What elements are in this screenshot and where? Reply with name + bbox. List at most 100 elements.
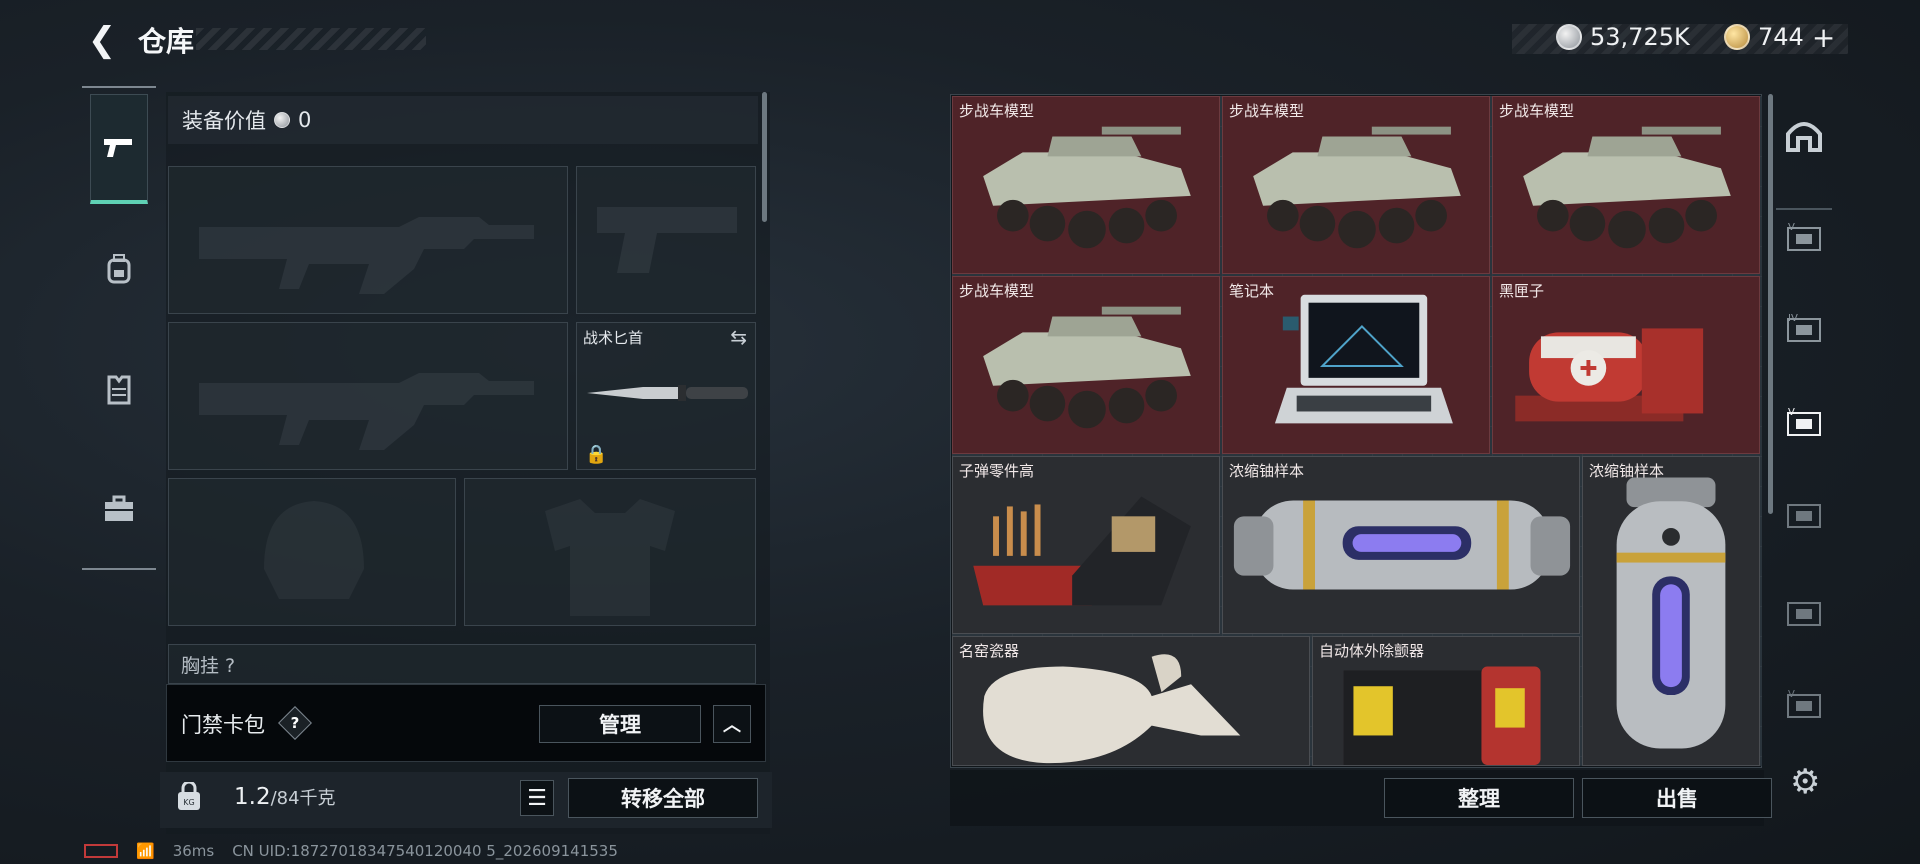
lock-icon: 🔒 — [585, 444, 608, 465]
uid-text: CN UID:18727018347540120040 5_2026091415… — [232, 842, 618, 860]
black-box-icon — [1515, 328, 1704, 422]
stash-page-icon: V — [1787, 689, 1821, 718]
ifv-model-icon — [983, 126, 1191, 249]
help-icon: ? — [290, 714, 300, 732]
stash-page-4-tab[interactable] — [1776, 486, 1832, 542]
item-label: 名窑瓷器 — [959, 642, 1020, 660]
item-label: 黑匣子 — [1499, 282, 1545, 300]
briefcase-icon — [105, 495, 133, 521]
stash-item[interactable]: 步战车模型 — [952, 276, 1220, 454]
stash-item[interactable]: 名窑瓷器 — [952, 636, 1310, 766]
stash-grid: 步战车模型 步战车模型 步战车模型 步战车模型 笔记本 黑匣子 子弹零件高 浓缩… — [952, 96, 1762, 766]
transfer-all-button[interactable]: 转移全部 — [568, 778, 758, 818]
armor-silhouette-icon — [545, 499, 675, 616]
chevron-up-icon: ︿ — [723, 715, 741, 736]
manage-button[interactable]: 管理 — [539, 705, 701, 743]
primary-weapon-slot[interactable] — [168, 166, 568, 314]
stash-item[interactable]: 浓缩铀样本 — [1582, 456, 1760, 766]
ammo-parts-icon — [973, 496, 1191, 606]
stash-item[interactable]: 子弹零件高 — [952, 456, 1220, 634]
uranium-canister-icon — [1233, 500, 1571, 590]
tab-case[interactable] — [90, 454, 148, 564]
gold-currency[interactable]: 744 + — [1724, 20, 1835, 54]
equipment-scrollbar[interactable] — [762, 92, 767, 222]
keycard-holder-bar: 门禁卡包 ? 管理 ︿ — [166, 684, 766, 762]
helmet-slot[interactable] — [168, 478, 456, 626]
tab-backpack[interactable] — [90, 214, 148, 324]
stash-page-icon — [1787, 602, 1821, 626]
tab-vest[interactable] — [90, 334, 148, 444]
item-label: 自动体外除颤器 — [1319, 642, 1425, 660]
chest-rig-label: 胸挂 ? — [181, 655, 236, 677]
stash-item[interactable]: 自动体外除颤器 — [1312, 636, 1580, 766]
knife-icon — [587, 385, 748, 401]
backpack-icon — [107, 254, 131, 284]
back-button[interactable]: ❮ — [84, 20, 120, 60]
ifv-model-icon — [983, 306, 1191, 429]
stash-page-3-tab[interactable]: V — [1776, 394, 1832, 450]
stash-page-tabs: V IV V V — [1776, 94, 1832, 768]
stash-item[interactable]: 步战车模型 — [952, 96, 1220, 274]
title-decoration — [196, 28, 426, 50]
equipment-value-label: 装备价值 — [182, 109, 266, 133]
svg-text:V: V — [1788, 222, 1795, 233]
svg-text:IV: IV — [1788, 313, 1798, 324]
status-bar: 📶 36ms CN UID:18727018347540120040 5_202… — [84, 842, 618, 860]
stash-item[interactable]: 黑匣子 — [1492, 276, 1760, 454]
laptop-icon — [1274, 294, 1453, 424]
pistol-silhouette-icon — [597, 207, 737, 273]
secondary-weapon-slot[interactable] — [168, 322, 568, 470]
silver-currency: 53,725K — [1556, 20, 1690, 54]
silver-coin-icon — [274, 112, 290, 128]
keycard-label: 门禁卡包 — [181, 713, 265, 737]
swap-icon[interactable]: ⇆ — [730, 325, 747, 349]
item-label: 浓缩铀样本 — [1589, 462, 1665, 480]
stash-scrollbar[interactable] — [1768, 94, 1773, 514]
item-label: 步战车模型 — [959, 282, 1035, 300]
stash-page-icon: IV — [1787, 313, 1821, 342]
armor-slot[interactable] — [464, 478, 756, 626]
helmet-silhouette-icon — [264, 501, 364, 599]
keycard-help-button[interactable]: ? — [278, 706, 312, 740]
melee-slot[interactable]: 战术匕首 ⇆ 🔒 — [576, 322, 756, 470]
sidearm-slot[interactable] — [576, 166, 756, 314]
stash-page-icon: V — [1787, 222, 1821, 251]
silver-coin-icon — [1556, 24, 1582, 50]
wifi-icon: 📶 — [136, 842, 155, 860]
stash-item[interactable]: 浓缩铀样本 — [1222, 456, 1580, 634]
ping-text: 36ms — [172, 842, 215, 860]
stash-page-5-tab[interactable] — [1776, 584, 1832, 640]
stash-item[interactable]: 步战车模型 — [1492, 96, 1760, 274]
gold-amount: 744 — [1758, 23, 1804, 51]
weight-current: 1.2 — [234, 784, 271, 810]
item-label: 步战车模型 — [1499, 102, 1575, 120]
tab-firearms[interactable] — [90, 94, 148, 204]
settings-button[interactable]: ⚙ — [1790, 762, 1820, 802]
rifle-silhouette-icon — [199, 217, 534, 294]
stash-page-2-tab[interactable]: IV — [1776, 300, 1832, 356]
add-gold-button[interactable]: + — [1812, 21, 1835, 54]
weight-icon: KG — [178, 782, 200, 810]
stash-overview-tab[interactable] — [1776, 106, 1832, 162]
item-label: 浓缩铀样本 — [1229, 462, 1305, 480]
item-label: 步战车模型 — [1229, 102, 1305, 120]
list-view-button[interactable]: ☰ — [520, 780, 554, 816]
item-label: 子弹零件高 — [959, 462, 1035, 480]
weight-display: 1.2/84千克 — [234, 784, 336, 810]
stash-item[interactable]: 步战车模型 — [1222, 96, 1490, 274]
melee-label: 战术匕首 — [583, 329, 644, 347]
chevron-left-icon: ❮ — [87, 20, 117, 60]
category-nav — [82, 86, 156, 570]
battery-icon — [84, 844, 118, 858]
stash-item[interactable]: 笔记本 — [1222, 276, 1490, 454]
chest-rig-slot[interactable]: 胸挂 ? — [168, 644, 756, 684]
sell-button[interactable]: 出售 — [1582, 778, 1772, 818]
svg-text:V: V — [1788, 407, 1795, 418]
sort-button[interactable]: 整理 — [1384, 778, 1574, 818]
ifv-model-icon — [1253, 126, 1461, 249]
svg-text:V: V — [1788, 689, 1795, 700]
expand-button[interactable]: ︿ — [713, 705, 751, 743]
stash-page-6-tab[interactable]: V — [1776, 676, 1832, 732]
gold-coin-icon — [1724, 24, 1750, 50]
stash-page-1-tab[interactable]: V — [1776, 208, 1832, 264]
